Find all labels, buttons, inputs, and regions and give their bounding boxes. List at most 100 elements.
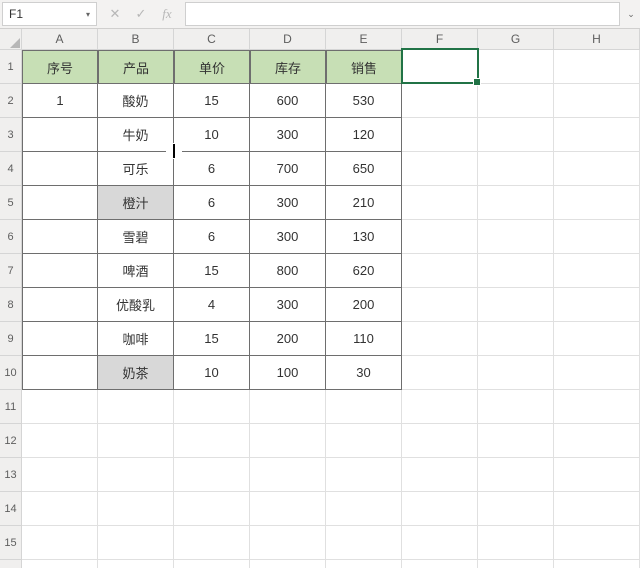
cell-G10[interactable]: [478, 356, 554, 390]
cell-E2[interactable]: 530: [326, 84, 402, 118]
cell-F11[interactable]: [402, 390, 478, 424]
cell-H13[interactable]: [554, 458, 640, 492]
cell-F16[interactable]: [402, 560, 478, 568]
cell-C9[interactable]: 15: [174, 322, 250, 356]
cell-C2[interactable]: 15: [174, 84, 250, 118]
cell-B7[interactable]: 啤酒: [98, 254, 174, 288]
column-header-G[interactable]: G: [478, 29, 554, 49]
cell-F1[interactable]: [402, 50, 478, 84]
cell-D12[interactable]: [250, 424, 326, 458]
cell-B11[interactable]: [98, 390, 174, 424]
row-header-5[interactable]: 5: [0, 186, 22, 220]
cell-A12[interactable]: [22, 424, 98, 458]
cell-F13[interactable]: [402, 458, 478, 492]
column-header-D[interactable]: D: [250, 29, 326, 49]
cell-H11[interactable]: [554, 390, 640, 424]
cell-B12[interactable]: [98, 424, 174, 458]
name-box-dropdown-icon[interactable]: ▾: [86, 10, 90, 19]
cell-F15[interactable]: [402, 526, 478, 560]
cell-H6[interactable]: [554, 220, 640, 254]
cell-A1[interactable]: 序号: [22, 50, 98, 84]
cell-H2[interactable]: [554, 84, 640, 118]
cell-D13[interactable]: [250, 458, 326, 492]
row-header-11[interactable]: 11: [0, 390, 22, 424]
cell-D15[interactable]: [250, 526, 326, 560]
cell-C12[interactable]: [174, 424, 250, 458]
cell-D5[interactable]: 300: [250, 186, 326, 220]
row-header-8[interactable]: 8: [0, 288, 22, 322]
row-header-7[interactable]: 7: [0, 254, 22, 288]
row-header-4[interactable]: 4: [0, 152, 22, 186]
cell-F6[interactable]: [402, 220, 478, 254]
cell-A3[interactable]: [22, 118, 98, 152]
cell-B15[interactable]: [98, 526, 174, 560]
cell-F14[interactable]: [402, 492, 478, 526]
cell-D8[interactable]: 300: [250, 288, 326, 322]
cell-F4[interactable]: [402, 152, 478, 186]
row-header-12[interactable]: 12: [0, 424, 22, 458]
cell-A6[interactable]: [22, 220, 98, 254]
cell-G4[interactable]: [478, 152, 554, 186]
cell-G2[interactable]: [478, 84, 554, 118]
cell-C5[interactable]: 6: [174, 186, 250, 220]
column-header-B[interactable]: B: [98, 29, 174, 49]
cell-A16[interactable]: [22, 560, 98, 568]
cell-C8[interactable]: 4: [174, 288, 250, 322]
cell-E4[interactable]: 650: [326, 152, 402, 186]
cell-A14[interactable]: [22, 492, 98, 526]
cell-H10[interactable]: [554, 356, 640, 390]
cell-G1[interactable]: [478, 50, 554, 84]
cell-G14[interactable]: [478, 492, 554, 526]
cell-B16[interactable]: [98, 560, 174, 568]
cell-F2[interactable]: [402, 84, 478, 118]
cell-D6[interactable]: 300: [250, 220, 326, 254]
select-all-corner[interactable]: [0, 29, 22, 49]
cell-B14[interactable]: [98, 492, 174, 526]
column-header-C[interactable]: C: [174, 29, 250, 49]
insert-function-button[interactable]: fx: [155, 3, 179, 25]
cell-E7[interactable]: 620: [326, 254, 402, 288]
column-header-A[interactable]: A: [22, 29, 98, 49]
cell-A7[interactable]: [22, 254, 98, 288]
cell-F10[interactable]: [402, 356, 478, 390]
cell-F8[interactable]: [402, 288, 478, 322]
row-header-3[interactable]: 3: [0, 118, 22, 152]
cell-B3[interactable]: 牛奶: [98, 118, 174, 152]
row-header-2[interactable]: 2: [0, 84, 22, 118]
cell-C14[interactable]: [174, 492, 250, 526]
cell-F5[interactable]: [402, 186, 478, 220]
cell-D10[interactable]: 100: [250, 356, 326, 390]
row-header-1[interactable]: 1: [0, 50, 22, 84]
cell-A10[interactable]: [22, 356, 98, 390]
row-header-10[interactable]: 10: [0, 356, 22, 390]
cell-B5[interactable]: 橙汁: [98, 186, 174, 220]
cell-G9[interactable]: [478, 322, 554, 356]
cell-A13[interactable]: [22, 458, 98, 492]
cell-E14[interactable]: [326, 492, 402, 526]
cell-E5[interactable]: 210: [326, 186, 402, 220]
cell-G16[interactable]: [478, 560, 554, 568]
cell-H1[interactable]: [554, 50, 640, 84]
cell-D9[interactable]: 200: [250, 322, 326, 356]
cell-A2[interactable]: 1: [22, 84, 98, 118]
row-header-16[interactable]: 16: [0, 560, 22, 568]
cell-E9[interactable]: 110: [326, 322, 402, 356]
cell-G15[interactable]: [478, 526, 554, 560]
cell-G6[interactable]: [478, 220, 554, 254]
cell-H3[interactable]: [554, 118, 640, 152]
expand-formula-bar-button[interactable]: ⌄: [622, 0, 640, 28]
cell-A8[interactable]: [22, 288, 98, 322]
cell-H15[interactable]: [554, 526, 640, 560]
cell-H5[interactable]: [554, 186, 640, 220]
cell-H14[interactable]: [554, 492, 640, 526]
cell-G8[interactable]: [478, 288, 554, 322]
cell-D4[interactable]: 700: [250, 152, 326, 186]
cell-G3[interactable]: [478, 118, 554, 152]
row-header-9[interactable]: 9: [0, 322, 22, 356]
cell-D7[interactable]: 800: [250, 254, 326, 288]
cell-G5[interactable]: [478, 186, 554, 220]
cell-D3[interactable]: 300: [250, 118, 326, 152]
cell-B1[interactable]: 产品: [98, 50, 174, 84]
cell-F12[interactable]: [402, 424, 478, 458]
cell-C16[interactable]: [174, 560, 250, 568]
